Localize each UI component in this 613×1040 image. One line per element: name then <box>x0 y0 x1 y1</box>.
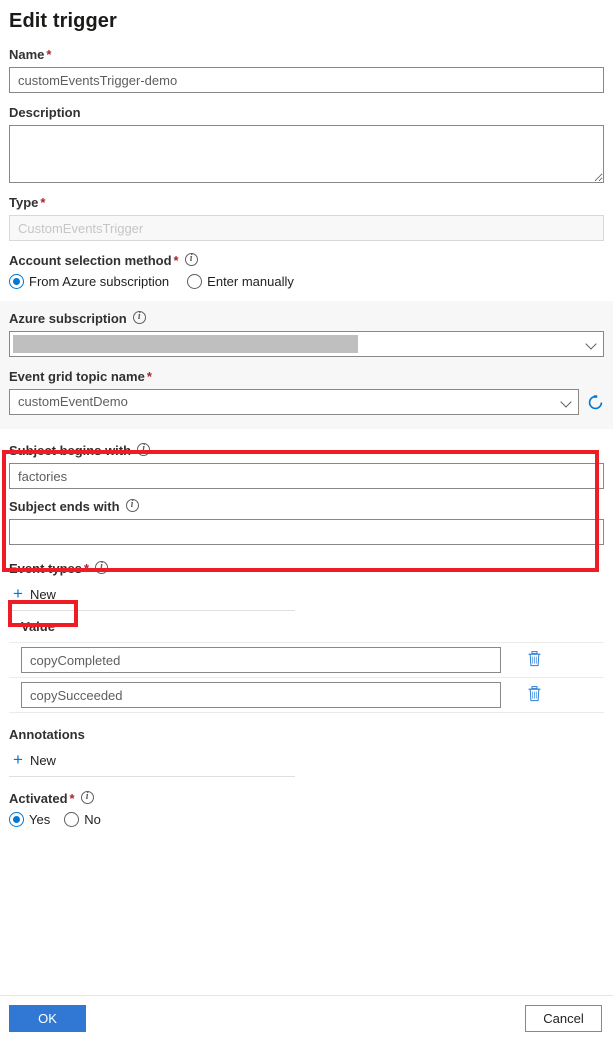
trash-icon <box>527 651 542 667</box>
chevron-down-icon <box>585 338 596 349</box>
page-title: Edit trigger <box>0 0 613 33</box>
name-input[interactable] <box>9 67 604 93</box>
name-label-text: Name <box>9 47 44 62</box>
info-icon <box>185 253 198 266</box>
event-grid-topic-name-label: Event grid topic name* <box>9 369 604 385</box>
type-field-block: Type* <box>0 195 613 241</box>
subject-begins-with-label: Subject begins with <box>9 443 604 459</box>
azure-subscription-value <box>18 332 575 356</box>
table-row <box>9 643 604 678</box>
dialog-footer: OK Cancel <box>0 995 613 1040</box>
edit-trigger-panel: Edit trigger Name* Description Type* Acc… <box>0 0 613 995</box>
type-label-text: Type <box>9 195 38 210</box>
annotations-label: Annotations <box>9 727 604 743</box>
azure-subscription-panel: Azure subscription Event grid topic name… <box>0 301 613 429</box>
event-type-actions-cell <box>501 678 604 713</box>
radio-indicator <box>9 812 24 827</box>
event-type-actions-cell <box>501 643 604 678</box>
type-input <box>9 215 604 241</box>
event-types-required-asterisk: * <box>84 561 89 576</box>
description-label-text: Description <box>9 105 81 120</box>
info-icon <box>137 443 150 456</box>
event-type-value-cell <box>9 678 501 713</box>
azure-subscription-dropdown[interactable] <box>9 331 604 357</box>
plus-icon: + <box>13 587 23 601</box>
info-icon <box>126 499 139 512</box>
description-textarea[interactable] <box>9 125 604 183</box>
subject-begins-with-block: Subject begins with <box>0 443 613 489</box>
plus-icon: + <box>13 753 23 767</box>
info-icon <box>133 311 146 324</box>
account-selection-method-label-text: Account selection method <box>9 253 172 268</box>
subject-ends-with-block: Subject ends with <box>0 499 613 545</box>
description-field-block: Description <box>0 105 613 183</box>
subject-begins-with-input[interactable] <box>9 463 604 489</box>
table-header-row: Value <box>9 611 604 643</box>
column-header-actions <box>501 611 604 643</box>
delete-event-type-button[interactable] <box>527 651 542 667</box>
trash-icon <box>527 686 542 702</box>
activated-radio-group: Yes No <box>9 812 604 827</box>
name-required-asterisk: * <box>46 47 51 62</box>
azure-subscription-label-text: Azure subscription <box>9 311 127 326</box>
radio-from-azure-subscription[interactable]: From Azure subscription <box>9 274 169 289</box>
subject-ends-with-input[interactable] <box>9 519 604 545</box>
event-grid-topic-name-dropdown[interactable]: customEventDemo <box>9 389 579 415</box>
event-types-table: Value <box>9 611 604 713</box>
info-icon <box>81 791 94 804</box>
refresh-icon[interactable] <box>587 394 604 411</box>
activated-required-asterisk: * <box>70 791 75 806</box>
annotations-block: Annotations + New <box>0 727 613 777</box>
annotations-divider <box>9 776 295 777</box>
radio-activated-yes[interactable]: Yes <box>9 812 50 827</box>
ok-button[interactable]: OK <box>9 1005 86 1032</box>
account-selection-method-required-asterisk: * <box>174 253 179 268</box>
subject-ends-with-label: Subject ends with <box>9 499 604 515</box>
activated-label-text: Activated <box>9 791 68 806</box>
event-types-block: Event types* + New Value <box>0 561 613 713</box>
account-selection-method-radio-group: From Azure subscription Enter manually <box>9 274 604 289</box>
annotations-new-button[interactable]: + New <box>9 750 60 770</box>
event-grid-topic-name-value: customEventDemo <box>18 390 550 414</box>
account-selection-method-label: Account selection method* <box>9 253 604 269</box>
event-types-label: Event types* <box>9 561 604 577</box>
event-type-value-cell <box>9 643 501 678</box>
radio-label: No <box>84 812 101 827</box>
radio-indicator <box>9 274 24 289</box>
activated-label: Activated* <box>9 791 604 807</box>
name-field-block: Name* <box>0 47 613 93</box>
event-types-new-button[interactable]: + New <box>9 584 60 604</box>
chevron-down-icon <box>560 396 571 407</box>
radio-indicator <box>64 812 79 827</box>
type-label: Type* <box>9 195 604 211</box>
event-type-value-input[interactable] <box>21 647 501 673</box>
subject-ends-with-label-text: Subject ends with <box>9 499 120 514</box>
annotations-new-label: New <box>30 753 56 768</box>
radio-label: From Azure subscription <box>29 274 169 289</box>
table-row <box>9 678 604 713</box>
radio-label: Enter manually <box>207 274 294 289</box>
subject-begins-with-label-text: Subject begins with <box>9 443 131 458</box>
account-selection-method-block: Account selection method* From Azure sub… <box>0 253 613 289</box>
info-icon <box>95 561 108 574</box>
radio-label: Yes <box>29 812 50 827</box>
type-required-asterisk: * <box>40 195 45 210</box>
activated-block: Activated* Yes No <box>0 791 613 827</box>
azure-subscription-label: Azure subscription <box>9 311 604 327</box>
cancel-button[interactable]: Cancel <box>525 1005 602 1032</box>
radio-activated-no[interactable]: No <box>64 812 101 827</box>
description-label: Description <box>9 105 604 121</box>
delete-event-type-button[interactable] <box>527 686 542 702</box>
column-header-value: Value <box>9 611 501 643</box>
event-types-label-text: Event types <box>9 561 82 576</box>
event-type-value-input[interactable] <box>21 682 501 708</box>
event-grid-topic-row: customEventDemo <box>9 389 604 415</box>
event-grid-topic-name-label-text: Event grid topic name <box>9 369 145 384</box>
name-label: Name* <box>9 47 604 63</box>
annotations-label-text: Annotations <box>9 727 85 742</box>
radio-enter-manually[interactable]: Enter manually <box>187 274 294 289</box>
radio-indicator <box>187 274 202 289</box>
event-types-new-label: New <box>30 587 56 602</box>
event-grid-topic-required-asterisk: * <box>147 369 152 384</box>
